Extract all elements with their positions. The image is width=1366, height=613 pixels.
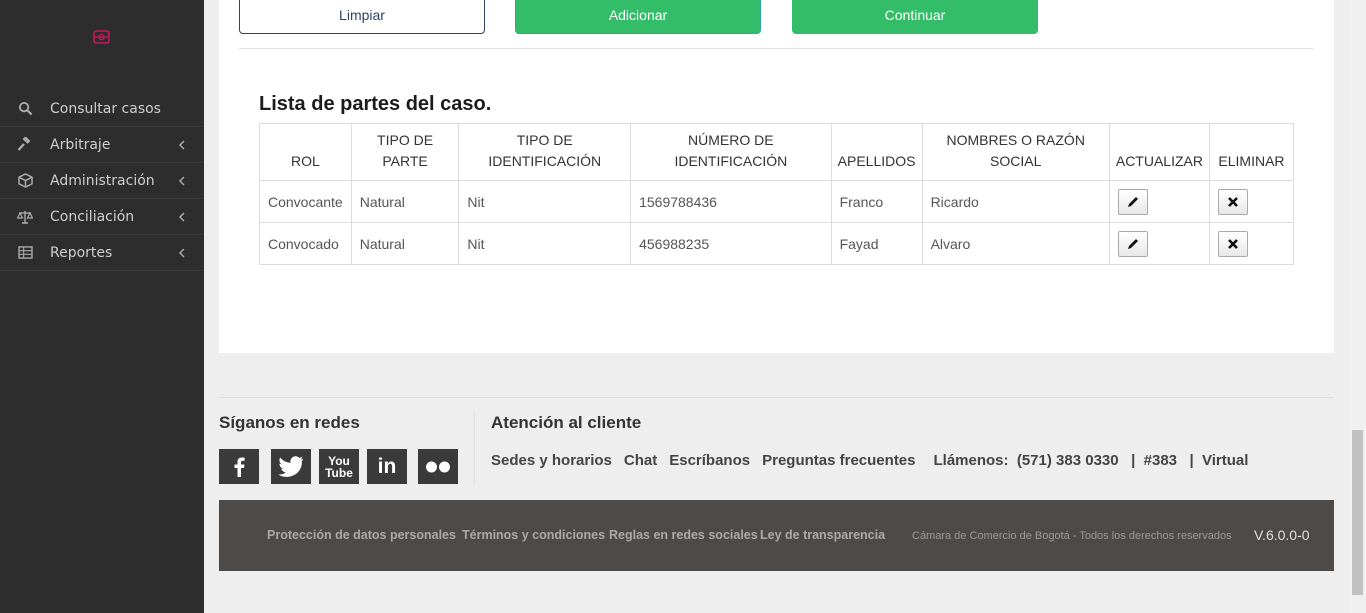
table-row: Convocado Natural Nit 456988235 Fayad Al… <box>259 222 1295 265</box>
logo-icon <box>93 30 110 44</box>
pencil-icon <box>1127 238 1138 249</box>
chevron-left-icon <box>178 212 185 222</box>
cell-eliminar <box>1208 222 1295 265</box>
continuar-button[interactable]: Continuar <box>792 0 1038 34</box>
delete-button[interactable] <box>1217 230 1248 257</box>
sidebar-item-arbitraje[interactable]: Arbitraje <box>0 127 204 163</box>
flickr-icon[interactable] <box>418 449 458 484</box>
sidebar: Consultar casos Arbitraje Administración… <box>0 0 204 613</box>
delete-button[interactable] <box>1217 188 1248 215</box>
privacy-link[interactable]: Protección de datos personales <box>267 528 456 542</box>
cell-tipo-parte: Natural <box>350 180 460 223</box>
transparency-link[interactable]: Ley de transparencia <box>760 528 885 542</box>
footer-separator <box>474 412 475 484</box>
column-header-numero-id: NÚMERO DE IDENTIFICACIÓN <box>630 123 832 181</box>
scale-icon <box>17 209 33 225</box>
chevron-left-icon <box>178 248 185 258</box>
cell-rol: Convocante <box>259 180 352 223</box>
column-header-tipo-id: TIPO DE IDENTIFICACIÓN <box>458 123 632 181</box>
cube-icon <box>17 173 33 189</box>
phone-text: Llámenos: (571) 383 0330 | #383 | Virtua… <box>933 452 1249 469</box>
attention-title: Atención al cliente <box>491 413 642 432</box>
cell-nombres: Alvaro <box>921 222 1110 265</box>
preguntas-link[interactable]: Preguntas frecuentes <box>762 452 915 469</box>
youtube-icon[interactable]: You Tube <box>319 449 359 484</box>
chevron-left-icon <box>178 140 185 150</box>
social-rules-link[interactable]: Reglas en redes sociales <box>609 528 758 542</box>
cell-tipo-id: Nit <box>458 180 632 223</box>
footer-divider <box>219 397 1334 398</box>
sidebar-item-label: Administración <box>50 172 155 189</box>
edit-button[interactable] <box>1117 230 1148 257</box>
facebook-icon[interactable] <box>219 449 259 484</box>
sidebar-item-label: Consultar casos <box>50 100 161 117</box>
column-header-nombres: NOMBRES O RAZÓN SOCIAL <box>921 123 1110 181</box>
table-icon <box>17 245 33 261</box>
parts-list-title: Lista de partes del caso. <box>259 93 492 115</box>
sedes-link[interactable]: Sedes y horarios <box>491 452 612 469</box>
adicionar-button[interactable]: Adicionar <box>515 0 761 34</box>
sidebar-item-label: Arbitraje <box>50 136 111 153</box>
scrollbar-thumb[interactable] <box>1352 430 1363 595</box>
column-header-tipo-parte: TIPO DE PARTE <box>350 123 460 181</box>
sidebar-item-label: Reportes <box>50 244 113 261</box>
column-header-apellidos: APELLIDOS <box>830 123 923 181</box>
sidebar-item-label: Conciliación <box>50 208 135 225</box>
cell-tipo-id: Nit <box>458 222 632 265</box>
parts-table: ROL TIPO DE PARTE TIPO DE IDENTIFICACIÓN… <box>259 123 1295 265</box>
cell-apellidos: Franco <box>830 180 923 223</box>
terms-link[interactable]: Términos y condiciones <box>462 528 605 542</box>
cell-actualizar <box>1108 180 1210 223</box>
twitter-icon[interactable] <box>271 449 311 484</box>
cell-tipo-parte: Natural <box>350 222 460 265</box>
cell-rol: Convocado <box>259 222 352 265</box>
cell-nombres: Ricardo <box>921 180 1110 223</box>
contact-links: Sedes y horarios Chat Escríbanos Pregunt… <box>491 452 1260 469</box>
cell-actualizar <box>1108 222 1210 265</box>
cell-numero-id: 1569788436 <box>630 180 832 223</box>
column-header-actualizar: ACTUALIZAR <box>1108 123 1210 181</box>
social-title: Síganos en redes <box>219 413 360 432</box>
cell-apellidos: Fayad <box>830 222 923 265</box>
column-header-rol: ROL <box>259 123 352 181</box>
limpiar-button[interactable]: Limpiar <box>239 0 485 34</box>
pencil-icon <box>1127 196 1138 207</box>
table-row: Convocante Natural Nit 1569788436 Franco… <box>259 180 1295 223</box>
sidebar-item-conciliacion[interactable]: Conciliación <box>0 199 204 235</box>
scrollbar[interactable] <box>1349 0 1366 613</box>
cell-numero-id: 456988235 <box>630 222 832 265</box>
search-icon <box>17 101 33 117</box>
edit-button[interactable] <box>1117 188 1148 215</box>
copyright-text: Cámara de Comercio de Bogotá - Todos los… <box>912 530 1232 542</box>
sidebar-nav: Consultar casos Arbitraje Administración… <box>0 91 204 271</box>
column-header-eliminar: ELIMINAR <box>1208 123 1295 181</box>
gavel-icon <box>17 136 33 153</box>
sidebar-item-administracion[interactable]: Administración <box>0 163 204 199</box>
sidebar-item-reportes[interactable]: Reportes <box>0 235 204 271</box>
close-icon <box>1228 196 1238 207</box>
cell-eliminar <box>1208 180 1295 223</box>
divider <box>239 48 1314 49</box>
linkedin-icon[interactable]: in <box>367 449 407 484</box>
sidebar-item-consultar-casos[interactable]: Consultar casos <box>0 91 204 127</box>
parts-card: Limpiar Adicionar Continuar Lista de par… <box>219 0 1334 353</box>
close-icon <box>1228 238 1238 249</box>
table-header-row: ROL TIPO DE PARTE TIPO DE IDENTIFICACIÓN… <box>259 123 1295 181</box>
chevron-left-icon <box>178 176 185 186</box>
escribanos-link[interactable]: Escríbanos <box>669 452 750 469</box>
version-label: V.6.0.0-0 <box>1254 527 1310 543</box>
chat-link[interactable]: Chat <box>624 452 657 469</box>
